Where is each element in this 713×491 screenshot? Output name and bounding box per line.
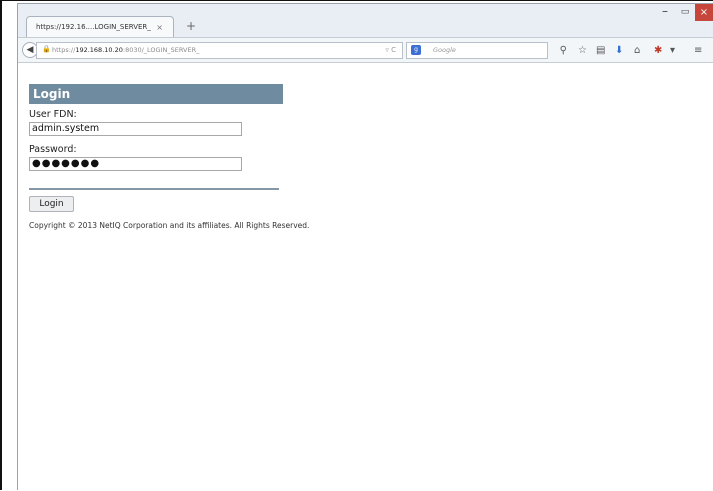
reload-icon[interactable]: ▿ C	[385, 43, 396, 58]
copyright-text: Copyright © 2013 NetIQ Corporation and i…	[29, 221, 310, 230]
login-header: Login	[29, 84, 283, 104]
search-placeholder: Google	[433, 46, 456, 54]
menu-icon[interactable]: ≡	[694, 45, 702, 57]
navigation-bar: ◀ 🔒 https://192.168.10.20:8030/_LOGIN_SE…	[18, 37, 713, 63]
search-icon[interactable]: ⚲	[560, 43, 567, 58]
bookmark-star-icon[interactable]: ☆	[578, 45, 587, 57]
maximize-button[interactable]: ▭	[675, 4, 695, 21]
user-fdn-field[interactable]: admin.system	[29, 122, 242, 136]
dropdown-icon[interactable]: ▾	[670, 45, 675, 57]
download-icon[interactable]: ⬇	[615, 45, 623, 57]
extension-icon[interactable]: ✱	[654, 45, 662, 57]
address-bar[interactable]: 🔒 https://192.168.10.20:8030/_LOGIN_SERV…	[36, 42, 403, 59]
divider	[29, 188, 279, 190]
minimize-button[interactable]: –	[655, 4, 675, 21]
search-input[interactable]: g Google ⚲	[406, 42, 567, 59]
reading-list-icon[interactable]: ▤	[596, 45, 605, 57]
password-label: Password:	[29, 144, 77, 155]
url-text: https://192.168.10.20:8030/_LOGIN_SERVER…	[52, 46, 200, 54]
page-content: Login User FDN: admin.system Password: ●…	[18, 64, 713, 491]
home-icon[interactable]: ⌂	[634, 45, 640, 57]
tab-close-icon[interactable]: ×	[156, 17, 163, 38]
new-tab-button[interactable]: +	[186, 17, 196, 35]
tab-title: https://192.16....LOGIN_SERVER_	[36, 23, 151, 31]
browser-tab[interactable]: https://192.16....LOGIN_SERVER_ ×	[26, 16, 174, 37]
google-icon[interactable]: g	[411, 45, 421, 55]
lock-icon: 🔒	[42, 45, 51, 53]
user-fdn-label: User FDN:	[29, 109, 77, 120]
browser-window: https://192.16....LOGIN_SERVER_ × + – ▭ …	[17, 3, 713, 491]
close-window-button[interactable]: ×	[695, 4, 713, 21]
title-bar: https://192.16....LOGIN_SERVER_ × + – ▭ …	[18, 4, 713, 37]
login-button[interactable]: Login	[29, 196, 74, 212]
password-field[interactable]: ●●●●●●●	[29, 157, 242, 171]
